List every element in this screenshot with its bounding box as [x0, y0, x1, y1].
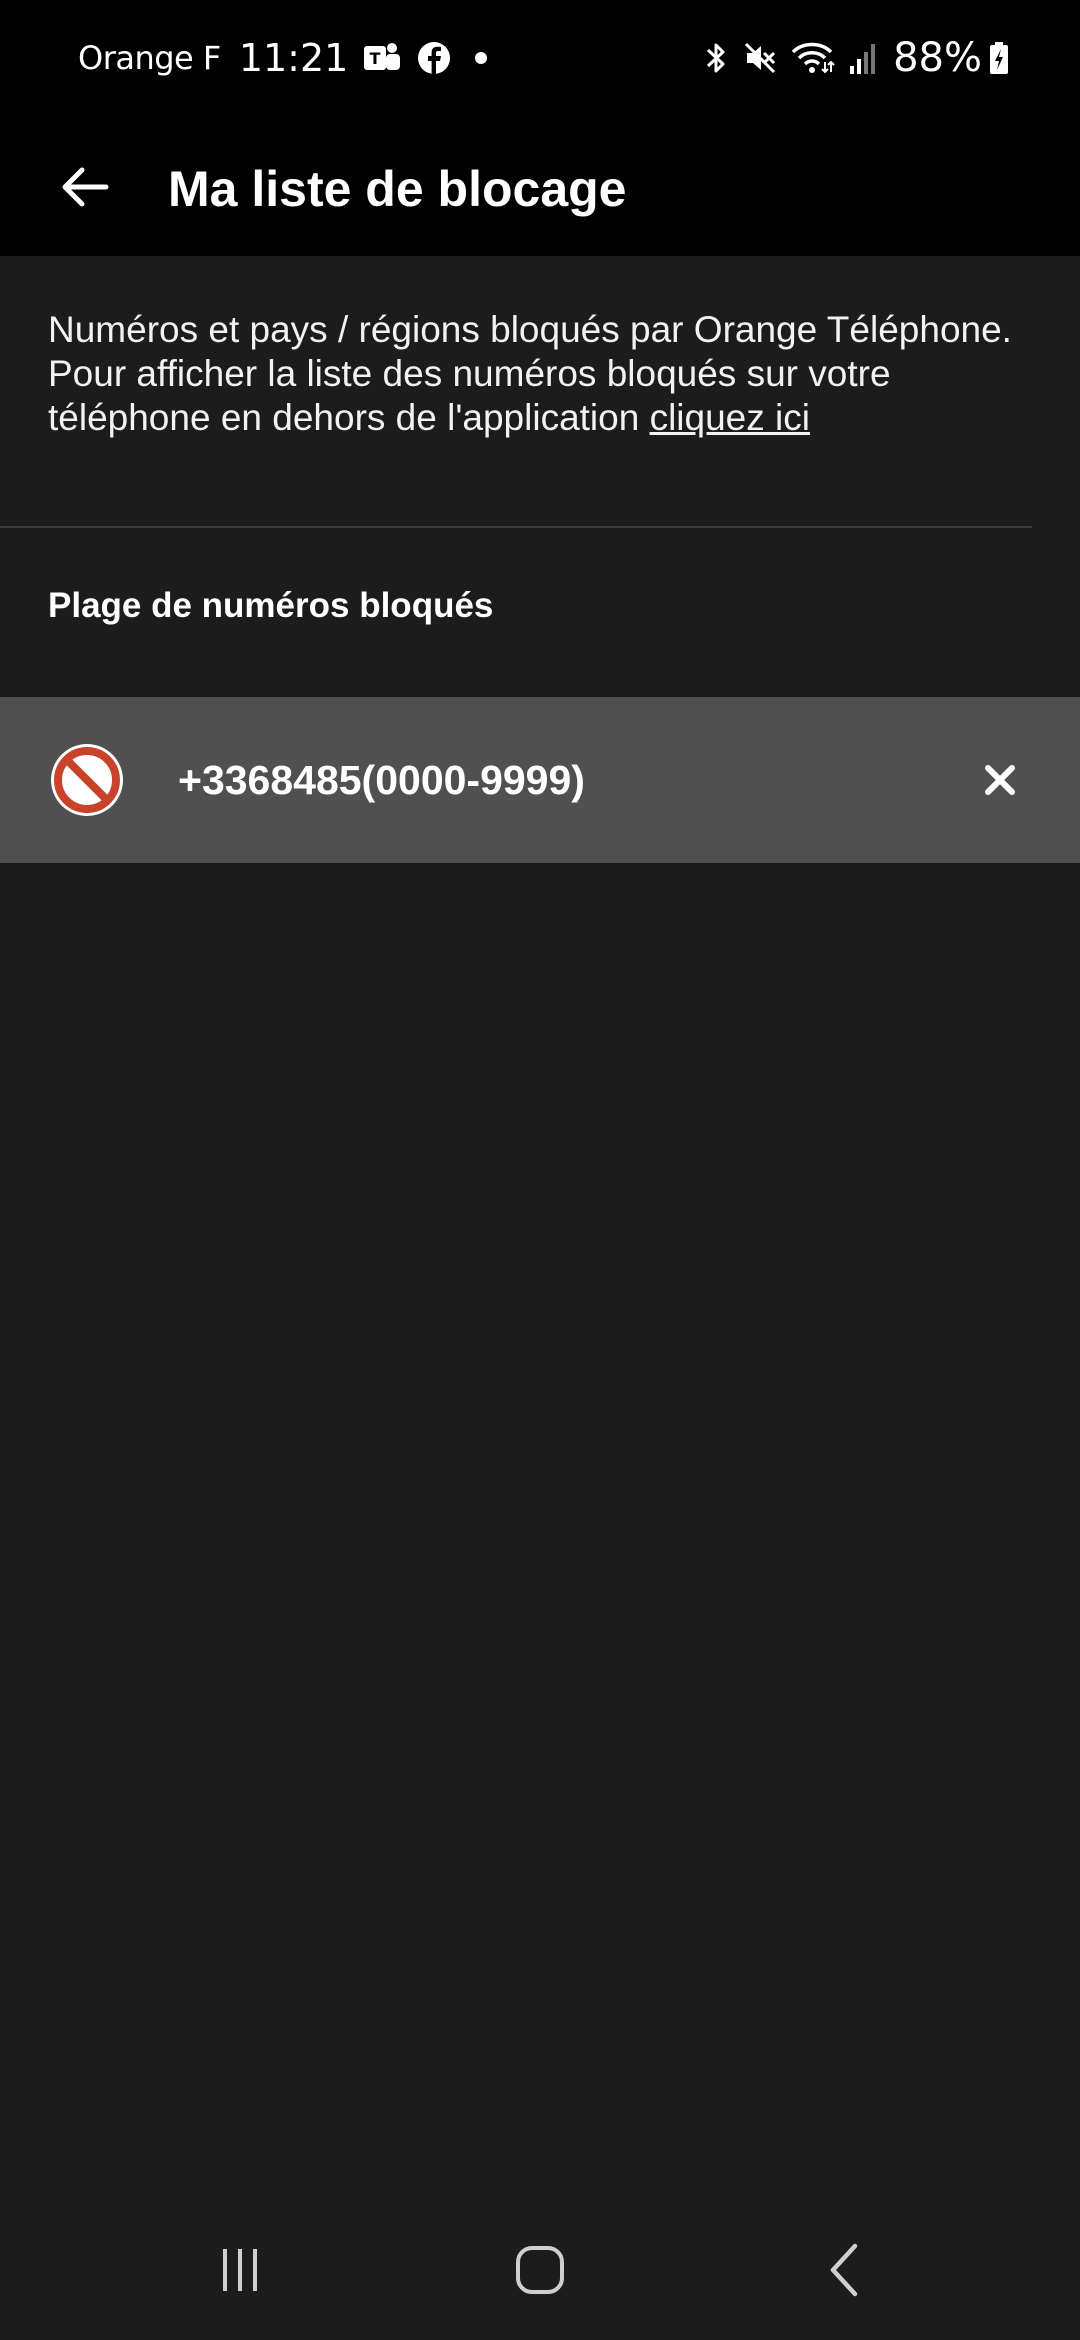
dot-icon: [474, 51, 488, 65]
recent-apps-button[interactable]: [190, 2230, 290, 2310]
click-here-link[interactable]: cliquez ici: [650, 397, 810, 438]
app-bar: Ma liste de blocage: [0, 114, 1080, 256]
signal-icon: [849, 40, 879, 76]
block-icon: [50, 743, 124, 817]
back-button[interactable]: [50, 142, 120, 232]
carrier-name: Orange F: [78, 39, 221, 77]
mute-icon: [743, 41, 777, 75]
divider: [0, 526, 1032, 528]
page-title: Ma liste de blocage: [168, 161, 627, 217]
arrow-left-icon: [62, 167, 109, 207]
status-right: 88%: [689, 28, 1010, 88]
home-icon: [516, 2246, 564, 2294]
screen: Orange F 11:21 T 88% Ma liste de blocage…: [0, 0, 1080, 2340]
bluetooth-icon: [703, 40, 729, 76]
chevron-left-icon: [830, 2243, 858, 2297]
wifi-icon: [791, 40, 835, 76]
recent-apps-icon: [223, 2249, 257, 2291]
description-body: Numéros et pays / régions bloqués par Or…: [48, 309, 1012, 438]
status-bar: Orange F 11:21 T 88%: [0, 0, 1080, 114]
remove-button[interactable]: [950, 730, 1050, 830]
back-nav-button[interactable]: [795, 2230, 895, 2310]
clock: 11:21: [238, 36, 349, 80]
home-button[interactable]: [490, 2230, 590, 2310]
navigation-bar: [0, 2200, 1080, 2340]
description-text: Numéros et pays / régions bloqués par Or…: [48, 308, 1048, 440]
blocked-number: +3368485(0000-9999): [178, 757, 585, 803]
blocked-number-row[interactable]: +3368485(0000-9999): [0, 697, 1080, 863]
battery-percentage: 88%: [893, 35, 982, 81]
teams-icon: T: [362, 40, 402, 76]
close-icon: [985, 765, 1015, 795]
facebook-icon: [416, 40, 452, 76]
status-left: Orange F 11:21 T: [78, 28, 488, 88]
battery-icon: [988, 40, 1010, 76]
svg-text:T: T: [370, 49, 381, 68]
section-header: Plage de numéros bloqués: [48, 586, 494, 625]
